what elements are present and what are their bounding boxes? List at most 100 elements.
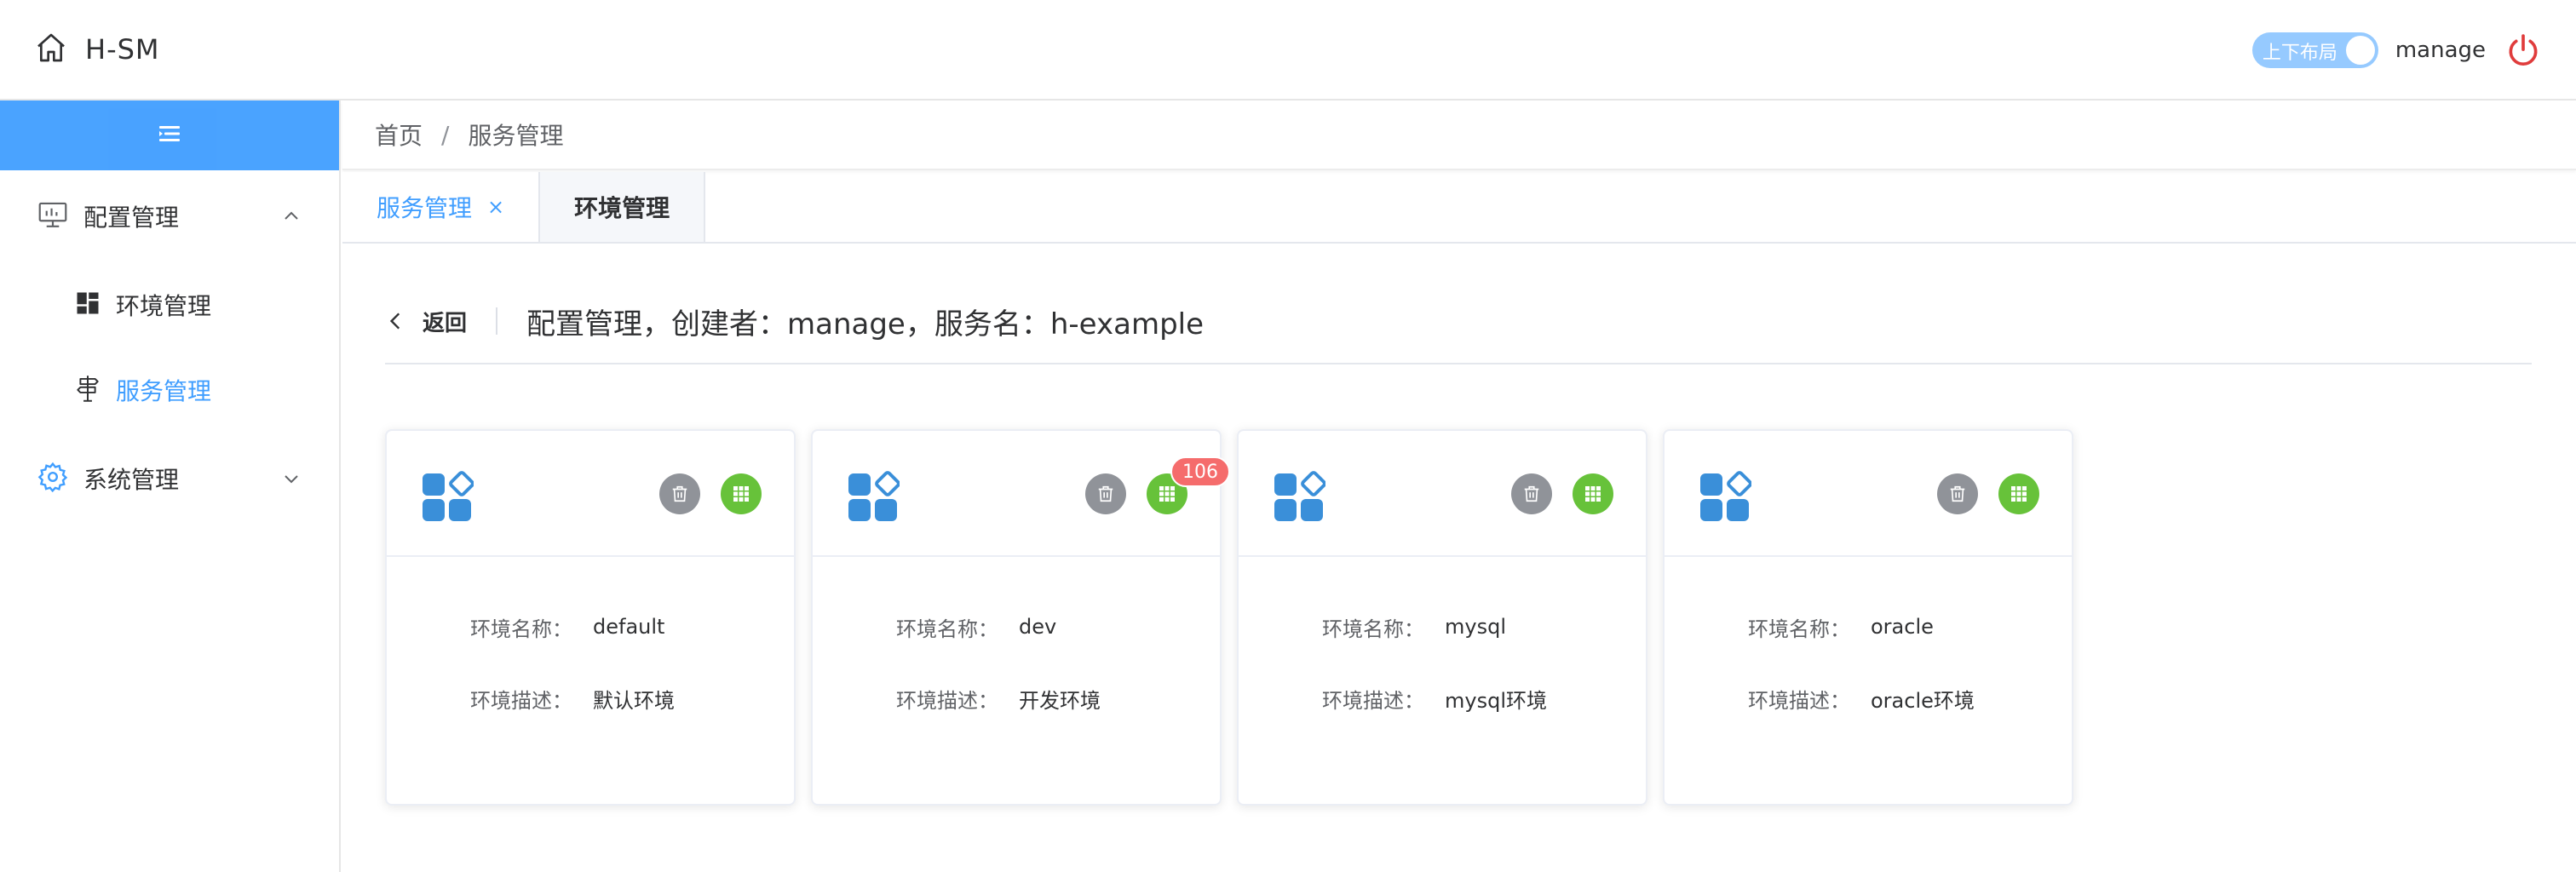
sidebar-group-config[interactable]: 配置管理	[0, 170, 339, 262]
brand[interactable]: H-SM	[34, 31, 160, 68]
toggle-knob	[2345, 36, 2375, 65]
menu-fold-icon	[158, 123, 181, 147]
signpost-icon	[75, 375, 101, 405]
env-desc-row: 环境描述： 开发环境	[813, 663, 1220, 734]
delete-button[interactable]	[1937, 473, 1978, 514]
delete-button[interactable]	[659, 473, 700, 514]
power-icon[interactable]	[2504, 32, 2542, 69]
env-desc-value: 默认环境	[593, 688, 675, 713]
env-name-value: mysql	[1445, 615, 1506, 639]
app-logo-icon	[423, 471, 474, 521]
tab-label: 环境管理	[574, 194, 670, 222]
sidebar-item-env[interactable]: 环境管理	[0, 262, 339, 347]
layout-toggle-label: 上下布局	[2262, 43, 2337, 64]
env-desc-label: 环境描述：	[1748, 688, 1850, 713]
app-logo-icon	[848, 471, 900, 521]
page-title: 配置管理，创建者：manage，服务名：h-example	[526, 307, 1205, 341]
env-name-row: 环境名称： mysql	[1239, 591, 1646, 663]
breadcrumb-current: 服务管理	[468, 122, 564, 150]
monitor-chart-icon	[37, 201, 68, 232]
sidebar-item-label: 环境管理	[116, 292, 212, 320]
env-name-label: 环境名称：	[1748, 617, 1850, 641]
tab-label: 服务管理	[377, 194, 473, 222]
sidebar-group-label: 系统管理	[83, 466, 180, 494]
env-card-list: 环境名称： default 环境描述： 默认环境 106 环境名称： dev 环…	[385, 429, 2089, 806]
back-label: 返回	[423, 310, 468, 336]
env-name-row: 环境名称： oracle	[1665, 591, 2072, 663]
gear-icon	[37, 462, 68, 496]
tab-bar: 服务管理 × 环境管理	[342, 172, 2576, 244]
card-header	[1665, 431, 2072, 557]
env-card: 环境名称： oracle 环境描述： oracle环境	[1663, 429, 2073, 806]
home-icon	[34, 31, 68, 68]
grid-icon	[1585, 486, 1601, 502]
tab-service-management[interactable]: 服务管理 ×	[342, 172, 541, 242]
trash-icon	[1524, 485, 1539, 502]
env-desc-row: 环境描述： oracle环境	[1665, 663, 2072, 734]
count-badge: 106	[1170, 456, 1230, 487]
back-button[interactable]: 返回	[385, 306, 467, 337]
sidebar-group-system[interactable]: 系统管理	[0, 433, 339, 525]
env-card: 环境名称： mysql 环境描述： mysql环境	[1237, 429, 1647, 806]
delete-button[interactable]	[1085, 473, 1126, 514]
env-desc-row: 环境描述： mysql环境	[1239, 663, 1646, 734]
env-desc-label: 环境描述：	[896, 688, 998, 713]
app-title: H-SM	[85, 33, 160, 66]
close-icon[interactable]: ×	[487, 195, 504, 219]
env-name-label: 环境名称：	[896, 617, 998, 641]
card-body: 环境名称： mysql 环境描述： mysql环境	[1239, 557, 1646, 734]
sidebar-group-label: 配置管理	[83, 204, 180, 232]
env-card: 106 环境名称： dev 环境描述： 开发环境	[811, 429, 1230, 806]
card-body: 环境名称： default 环境描述： 默认环境	[387, 557, 794, 734]
card-header	[1239, 431, 1646, 557]
delete-button[interactable]	[1511, 473, 1552, 514]
tab-env-management[interactable]: 环境管理	[540, 172, 706, 242]
top-header: H-SM 上下布局 manage	[0, 0, 2576, 100]
username[interactable]: manage	[2395, 37, 2486, 63]
env-desc-value: oracle环境	[1871, 688, 1975, 713]
chevron-left-icon	[389, 313, 400, 330]
trash-icon	[1950, 485, 1965, 502]
breadcrumb: 首页 / 服务管理	[342, 100, 2576, 170]
collapse-menu-button[interactable]	[0, 100, 339, 170]
env-desc-label: 环境描述：	[470, 688, 572, 713]
env-name-label: 环境名称：	[470, 617, 572, 641]
env-name-label: 环境名称：	[1322, 617, 1424, 641]
trash-icon	[1098, 485, 1113, 502]
env-desc-label: 环境描述：	[1322, 688, 1424, 713]
app-logo-icon	[1274, 471, 1325, 521]
grid-icon	[1159, 486, 1175, 502]
card-header: 106	[813, 431, 1230, 557]
env-name-row: 环境名称： default	[387, 591, 794, 663]
trash-icon	[672, 485, 687, 502]
env-desc-row: 环境描述： 默认环境	[387, 663, 794, 734]
env-desc-value: mysql环境	[1445, 688, 1547, 713]
chevron-down-icon	[285, 475, 298, 484]
chevron-up-icon	[285, 211, 298, 220]
env-name-row: 环境名称： dev	[813, 591, 1220, 663]
env-desc-value: 开发环境	[1019, 688, 1101, 713]
grid-icon	[2011, 486, 2027, 502]
card-body: 环境名称： dev 环境描述： 开发环境	[813, 557, 1220, 734]
breadcrumb-home[interactable]: 首页	[375, 118, 423, 152]
page-header: 返回 配置管理，创建者：manage，服务名：h-example	[385, 279, 2532, 364]
env-name-value: oracle	[1871, 615, 1934, 639]
dashboard-icon	[75, 290, 101, 319]
card-body: 环境名称： oracle 环境描述： oracle环境	[1665, 557, 2072, 734]
breadcrumb-separator: /	[441, 120, 450, 149]
env-card: 环境名称： default 环境描述： 默认环境	[385, 429, 796, 806]
config-grid-button[interactable]	[1573, 473, 1613, 514]
app-logo-icon	[1700, 471, 1751, 521]
env-name-value: default	[593, 615, 665, 639]
config-grid-button[interactable]	[1998, 473, 2039, 514]
layout-toggle[interactable]: 上下布局	[2251, 32, 2378, 68]
config-grid-button[interactable]	[721, 473, 762, 514]
divider	[496, 307, 498, 335]
sidebar: 配置管理 环境管理 服务管理 系统管理	[0, 100, 341, 872]
card-header	[387, 431, 794, 557]
sidebar-item-service[interactable]: 服务管理	[0, 347, 339, 433]
env-name-value: dev	[1019, 615, 1057, 639]
main-content: 首页 / 服务管理 服务管理 × 环境管理 返回 配置管理，创建者：manage…	[342, 100, 2576, 872]
sidebar-item-label: 服务管理	[116, 377, 212, 405]
grid-icon	[733, 486, 749, 502]
